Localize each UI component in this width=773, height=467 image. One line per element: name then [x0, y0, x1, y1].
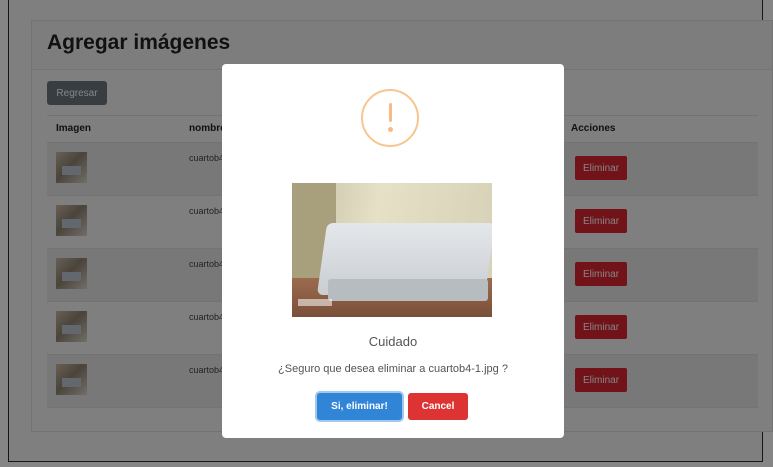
image-preview — [292, 183, 492, 317]
dialog-title: Cuidado — [368, 334, 418, 349]
warning-icon-dot — [388, 127, 393, 132]
confirm-dialog: Cuidado ¿Seguro que desea eliminar a cua… — [222, 64, 564, 438]
warning-icon-bar — [389, 103, 392, 122]
dialog-message: ¿Seguro que desea eliminar a cuartob4-1.… — [278, 363, 508, 375]
confirm-delete-button[interactable]: Si, eliminar! — [317, 393, 402, 420]
preview-bed-base — [328, 279, 488, 301]
preview-watermark — [298, 299, 332, 306]
cancel-button[interactable]: Cancel — [408, 393, 468, 420]
warning-icon — [361, 89, 419, 147]
